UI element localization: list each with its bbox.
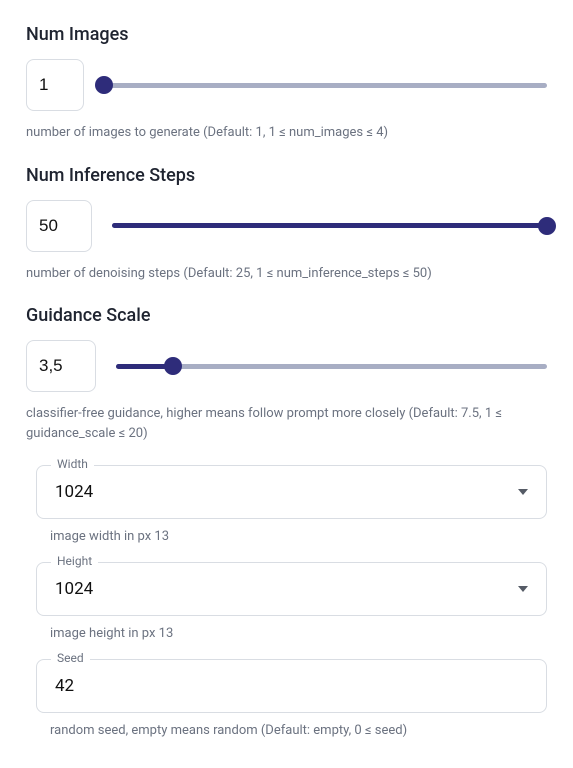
num-steps-title: Num Inference Steps — [26, 165, 547, 186]
seed-legend: Seed — [51, 651, 90, 665]
slider-thumb[interactable] — [95, 76, 113, 94]
num-images-input[interactable] — [26, 59, 84, 111]
num-steps-section: Num Inference Steps number of denoising … — [26, 165, 547, 284]
num-steps-slider[interactable] — [112, 216, 547, 236]
width-legend: Width — [51, 457, 94, 471]
width-select[interactable]: Width 1024 — [36, 465, 547, 519]
num-images-slider[interactable] — [104, 75, 547, 95]
width-inner: 1024 — [37, 466, 546, 518]
num-steps-input[interactable] — [26, 200, 92, 252]
num-images-desc: number of images to generate (Default: 1… — [26, 123, 547, 143]
num-steps-desc: number of denoising steps (Default: 25, … — [26, 264, 547, 284]
seed-field[interactable]: Seed — [36, 659, 547, 713]
guidance-section: Guidance Scale classifier-free guidance,… — [26, 305, 547, 443]
chevron-down-icon — [518, 586, 528, 592]
width-group: Width 1024 image width in px 13 — [36, 465, 547, 544]
width-value: 1024 — [55, 482, 93, 502]
guidance-desc: classifier-free guidance, higher means f… — [26, 404, 547, 443]
slider-thumb[interactable] — [538, 217, 556, 235]
seed-desc: random seed, empty means random (Default… — [50, 723, 547, 738]
height-desc: image height in px 13 — [50, 626, 547, 641]
seed-group: Seed random seed, empty means random (De… — [36, 659, 547, 738]
guidance-input[interactable] — [26, 340, 96, 392]
slider-thumb[interactable] — [164, 357, 182, 375]
num-images-row — [26, 59, 547, 111]
height-inner: 1024 — [37, 563, 546, 615]
num-images-section: Num Images number of images to generate … — [26, 24, 547, 143]
slider-track — [104, 83, 547, 88]
height-select[interactable]: Height 1024 — [36, 562, 547, 616]
height-group: Height 1024 image height in px 13 — [36, 562, 547, 641]
height-value: 1024 — [55, 579, 93, 599]
num-steps-row — [26, 200, 547, 252]
height-legend: Height — [51, 554, 98, 568]
seed-input[interactable] — [55, 676, 528, 696]
num-images-title: Num Images — [26, 24, 547, 45]
guidance-title: Guidance Scale — [26, 305, 547, 326]
seed-inner — [37, 660, 546, 712]
guidance-row — [26, 340, 547, 392]
width-desc: image width in px 13 — [50, 529, 547, 544]
chevron-down-icon — [518, 489, 528, 495]
guidance-slider[interactable] — [116, 356, 547, 376]
slider-fill — [112, 223, 547, 228]
